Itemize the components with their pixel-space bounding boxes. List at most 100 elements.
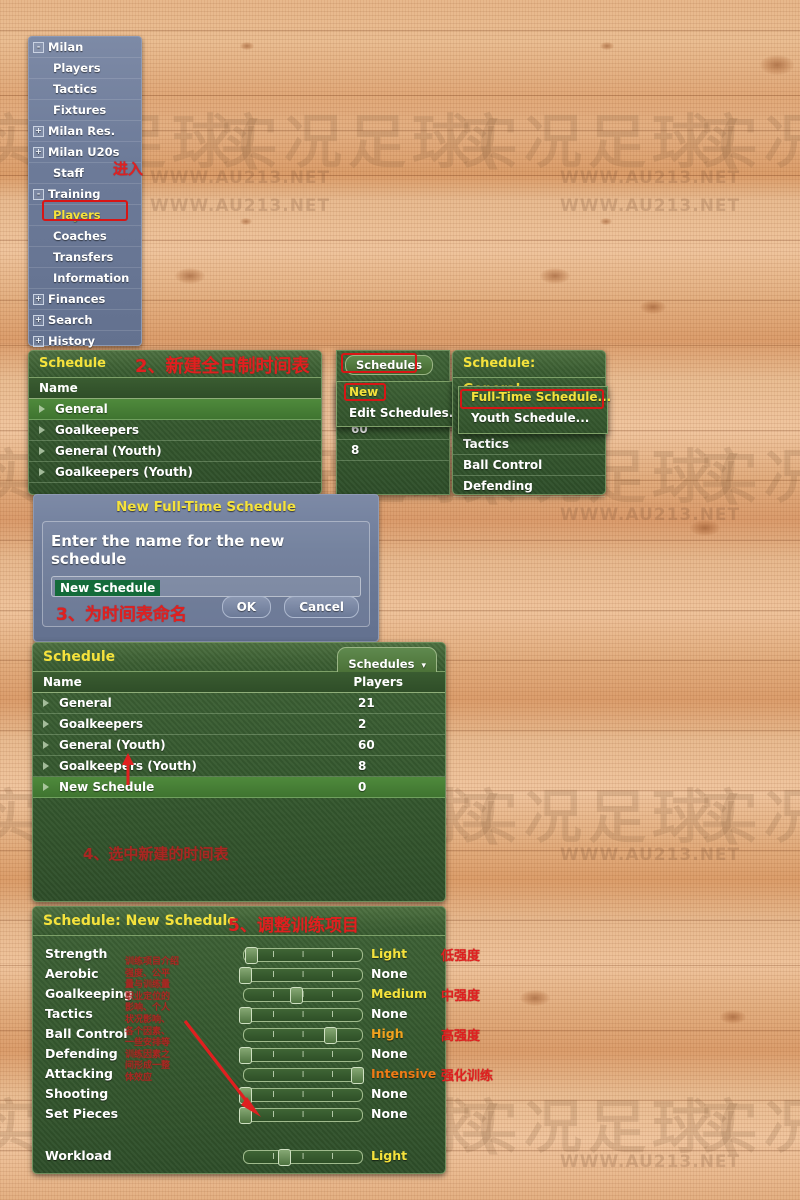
table-row[interactable]: General 21 [33,693,445,714]
training-panel[interactable]: Schedule: New Schedule Strength I I I Light 低… [32,906,493,1174]
intensity-slider[interactable]: III [239,1087,363,1104]
expand-arrow-icon[interactable] [43,741,49,749]
slider-knob[interactable] [351,1067,365,1084]
workload-slider-row[interactable]: Workload I I I Light [33,1146,445,1166]
sidebar-item-search[interactable]: + Search [29,310,141,331]
training-category-item[interactable]: Tactics [453,434,605,455]
sidebar-item-list[interactable]: - Milan Players Tactics Fixtures + Milan Res. +… [29,37,141,352]
training-row-defending[interactable]: Defending I I I None [33,1044,445,1064]
schedule-panel-bottom[interactable]: Schedule Schedules ▾ Name Players Genera… [32,642,446,902]
slider-knob[interactable] [239,1107,252,1124]
schedule-bottom-rows[interactable]: General 21 Goalkeepers 2 General (Youth) 60 Go… [33,693,445,798]
sidebar-item-tactics[interactable]: Tactics [29,79,141,100]
expand-icon[interactable]: + [33,147,44,158]
expand-arrow-icon[interactable] [43,762,49,770]
workload-row[interactable]: Workload I I I Light [33,1146,445,1166]
intensity-slider[interactable]: III [239,1007,363,1024]
training-row-strength[interactable]: Strength I I I Light 低强度 [33,944,480,964]
expand-icon[interactable]: + [33,315,44,326]
watermark-url: WWW.AU213.NET [150,196,331,216]
expand-arrow-icon[interactable] [39,405,45,413]
dialog-cancel-button[interactable]: Cancel [284,596,359,618]
training-row-goalkeeping[interactable]: Goalkeeping I I I Medium 中强度 [33,984,480,1004]
training-intensity-value: None [371,966,408,981]
intensity-slider[interactable]: III [239,1107,363,1124]
sidebar-item-information[interactable]: Information [29,268,141,289]
sidebar-item-milan-res-[interactable]: + Milan Res. [29,121,141,142]
chevron-down-icon: ▾ [421,661,426,671]
table-row[interactable]: Goalkeepers 2 [33,714,445,735]
collapse-icon[interactable]: - [33,42,44,53]
sidebar-item-transfers[interactable]: Transfers [29,247,141,268]
expand-icon[interactable]: + [33,126,44,137]
slider-knob[interactable] [239,1087,252,1104]
table-row[interactable]: General [29,399,321,420]
table-row[interactable]: Goalkeepers [29,420,321,441]
watermark-text: 实况足球( [700,108,800,176]
slider-tick: I [272,950,275,959]
wood-knot [175,268,205,284]
table-row[interactable]: General (Youth) 60 [33,735,445,756]
wood-knot [240,42,254,50]
expand-arrow-icon[interactable] [43,699,49,707]
expand-arrow-icon[interactable] [39,468,45,476]
training-row-attacking[interactable]: Attacking I I I Intensive 强化训练 [33,1064,493,1084]
intensity-slider[interactable]: III [243,1067,365,1084]
training-category-label: Defending [45,1046,118,1061]
submenu-item-youth-schedule-[interactable]: Youth Schedule... [459,408,607,429]
training-row-set-pieces[interactable]: Set Pieces I I I None [33,1104,445,1124]
slider-knob[interactable] [239,1007,252,1024]
training-category-label: Goalkeeping [45,986,133,1001]
slider-knob[interactable] [239,967,252,984]
menu-item-edit-schedules-[interactable]: Edit Schedules... [337,403,462,424]
expand-arrow-icon[interactable] [43,720,49,728]
expand-icon[interactable]: + [33,294,44,305]
slider-knob[interactable] [277,1149,291,1166]
expand-arrow-icon[interactable] [39,447,45,455]
slider-knob[interactable] [323,1027,337,1044]
dialog-ok-button[interactable]: OK [221,596,272,618]
table-row[interactable]: General (Youth) [29,441,321,462]
submenu-item-full-time-schedule-[interactable]: Full-Time Schedule... [459,387,611,408]
training-row-aerobic[interactable]: Aerobic I I I None [33,964,445,984]
sidebar-item-players[interactable]: Players [29,205,141,226]
intensity-slider[interactable]: III [239,967,363,984]
collapse-icon[interactable]: - [33,189,44,200]
schedule-top-rows[interactable]: General Goalkeepers General (Youth) Goalkee… [29,399,321,483]
training-category-item[interactable]: Defending [453,476,605,497]
intensity-slider[interactable]: III [243,987,363,1004]
table-row[interactable]: Goalkeepers (Youth) 8 [33,756,445,777]
menu-item-new[interactable]: New [337,382,461,403]
training-category-rows[interactable]: Strength I I I Light 低强度 Aerobic I I I None Goalkee… [33,936,493,1124]
intensity-slider[interactable]: III [239,1047,363,1064]
schedules-button-top[interactable]: Schedules [345,355,434,375]
training-category-item[interactable]: Ball Control [453,455,605,476]
schedule-name-input[interactable]: New Schedule [51,576,361,597]
sidebar-item-training[interactable]: - Training [29,184,141,205]
training-row-shooting[interactable]: Shooting I I I None [33,1084,445,1104]
intensity-slider[interactable]: III [243,1027,363,1044]
new-schedule-submenu[interactable]: Full-Time Schedule... Youth Schedule... [458,386,611,434]
slider-tick: I [272,1070,275,1079]
slider-knob[interactable] [289,987,303,1004]
expand-arrow-icon[interactable] [43,783,49,791]
slider-knob[interactable] [244,947,258,964]
sidebar-item-milan[interactable]: - Milan [29,37,141,58]
sidebar-nav[interactable]: - Milan Players Tactics Fixtures + Milan Res. +… [28,36,142,352]
training-row-tactics[interactable]: Tactics I I I None [33,1004,445,1024]
intensity-slider[interactable]: III [243,1149,363,1166]
expand-icon[interactable]: + [33,336,44,347]
table-row[interactable]: New Schedule 0 [33,777,445,798]
intensity-slider[interactable]: III [243,947,363,964]
table-row[interactable]: Goalkeepers (Youth) [29,462,321,483]
slider-knob[interactable] [239,1047,252,1064]
sidebar-item-fixtures[interactable]: Fixtures [29,100,141,121]
schedule-name: General (Youth) [59,738,166,752]
sidebar-item-history[interactable]: + History [29,331,141,352]
training-row-ball-control[interactable]: Ball ControlIIIHigh高强度 [33,1024,480,1044]
schedules-dropdown-menu[interactable]: New Edit Schedules... [336,381,462,427]
sidebar-item-finances[interactable]: + Finances [29,289,141,310]
expand-arrow-icon[interactable] [39,426,45,434]
sidebar-item-players[interactable]: Players [29,58,141,79]
sidebar-item-coaches[interactable]: Coaches [29,226,141,247]
